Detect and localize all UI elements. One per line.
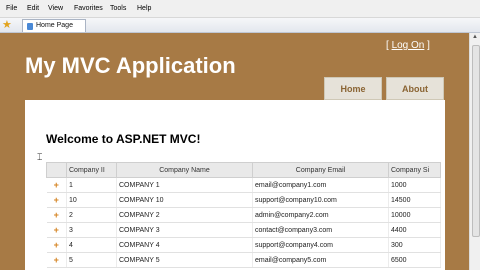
cell-company-email: support@company10.com — [252, 192, 389, 208]
page-icon — [27, 23, 33, 30]
column-header-company-size[interactable]: Company Si — [388, 162, 441, 178]
cell-company-name: COMPANY 5 — [116, 252, 253, 268]
column-header-company-email[interactable]: Company Email — [252, 162, 389, 178]
app-title: My MVC Application — [25, 53, 236, 78]
expand-row-icon[interactable]: + — [46, 207, 67, 223]
table-row: + 3 COMPANY 3 contact@company3.com 4400 — [46, 222, 441, 238]
mouse-cursor-icon: ⌶ — [37, 152, 43, 162]
company-grid: Company II Company Name Company Email Co… — [46, 162, 441, 268]
page-title: Welcome to ASP.NET MVC! — [46, 132, 201, 146]
cell-company-email: admin@company2.com — [252, 207, 389, 223]
nav-about-button[interactable]: About — [386, 77, 444, 100]
nav-home-button[interactable]: Home — [324, 77, 382, 100]
cell-company-size: 6500 — [388, 252, 441, 268]
cell-company-name: COMPANY 2 — [116, 207, 253, 223]
table-row: + 10 COMPANY 10 support@company10.com 14… — [46, 192, 441, 208]
column-header-company-name[interactable]: Company Name — [116, 162, 253, 178]
cell-company-email: support@company4.com — [252, 237, 389, 253]
cell-company-id: 10 — [66, 192, 117, 208]
star-icon[interactable]: ★ — [2, 18, 12, 31]
logon-link[interactable]: Log On — [392, 40, 425, 51]
table-row: + 2 COMPANY 2 admin@company2.com 10000 — [46, 207, 441, 223]
scroll-up-icon[interactable]: ▲ — [472, 34, 478, 40]
cell-company-email: email@company1.com — [252, 177, 389, 193]
cell-company-size: 300 — [388, 237, 441, 253]
cell-company-name: COMPANY 4 — [116, 237, 253, 253]
expand-row-icon[interactable]: + — [46, 222, 67, 238]
cell-company-size: 10000 — [388, 207, 441, 223]
tab-home-page[interactable]: Home Page — [22, 19, 86, 32]
expand-row-icon[interactable]: + — [46, 252, 67, 268]
cell-company-size: 4400 — [388, 222, 441, 238]
expander-column-header — [46, 162, 67, 178]
cell-company-id: 5 — [66, 252, 117, 268]
logon-bracket-right: ] — [427, 40, 430, 51]
cell-company-id: 4 — [66, 237, 117, 253]
cell-company-email: email@company5.com — [252, 252, 389, 268]
cell-company-name: COMPANY 1 — [116, 177, 253, 193]
menu-tools[interactable]: Tools — [110, 5, 126, 12]
cell-company-email: contact@company3.com — [252, 222, 389, 238]
column-header-company-id[interactable]: Company II — [66, 162, 117, 178]
logon-area: [ Log On ] — [386, 40, 430, 51]
cell-company-id: 3 — [66, 222, 117, 238]
menu-edit[interactable]: Edit — [27, 5, 39, 12]
menu-file[interactable]: File — [6, 5, 17, 12]
expand-row-icon[interactable]: + — [46, 177, 67, 193]
expand-row-icon[interactable]: + — [46, 237, 67, 253]
cell-company-size: 14500 — [388, 192, 441, 208]
cell-company-id: 2 — [66, 207, 117, 223]
expand-row-icon[interactable]: + — [46, 192, 67, 208]
cell-company-id: 1 — [66, 177, 117, 193]
logon-bracket-left: [ — [386, 40, 389, 51]
menu-view[interactable]: View — [48, 5, 63, 12]
favorites-bar: ★ Home Page ⌂ ▼ ◙ ▤ ▼ ▭ ⚙ ▼ — [0, 18, 480, 48]
menu-help[interactable]: Help — [137, 5, 151, 12]
cell-company-name: COMPANY 10 — [116, 192, 253, 208]
table-row: + 4 COMPANY 4 support@company4.com 300 — [46, 237, 441, 253]
menu-favorites[interactable]: Favorites — [74, 5, 103, 12]
scrollbar-thumb[interactable] — [472, 45, 480, 237]
table-row: + 1 COMPANY 1 email@company1.com 1000 — [46, 177, 441, 193]
vertical-scrollbar[interactable]: ▲ — [469, 33, 480, 270]
browser-menu-bar: File Edit View Favorites Tools Help — [0, 0, 480, 18]
grid-header-row: Company II Company Name Company Email Co… — [46, 162, 441, 178]
cell-company-name: COMPANY 3 — [116, 222, 253, 238]
table-row: + 5 COMPANY 5 email@company5.com 6500 — [46, 252, 441, 268]
tab-label: Home Page — [36, 22, 73, 29]
cell-company-size: 1000 — [388, 177, 441, 193]
